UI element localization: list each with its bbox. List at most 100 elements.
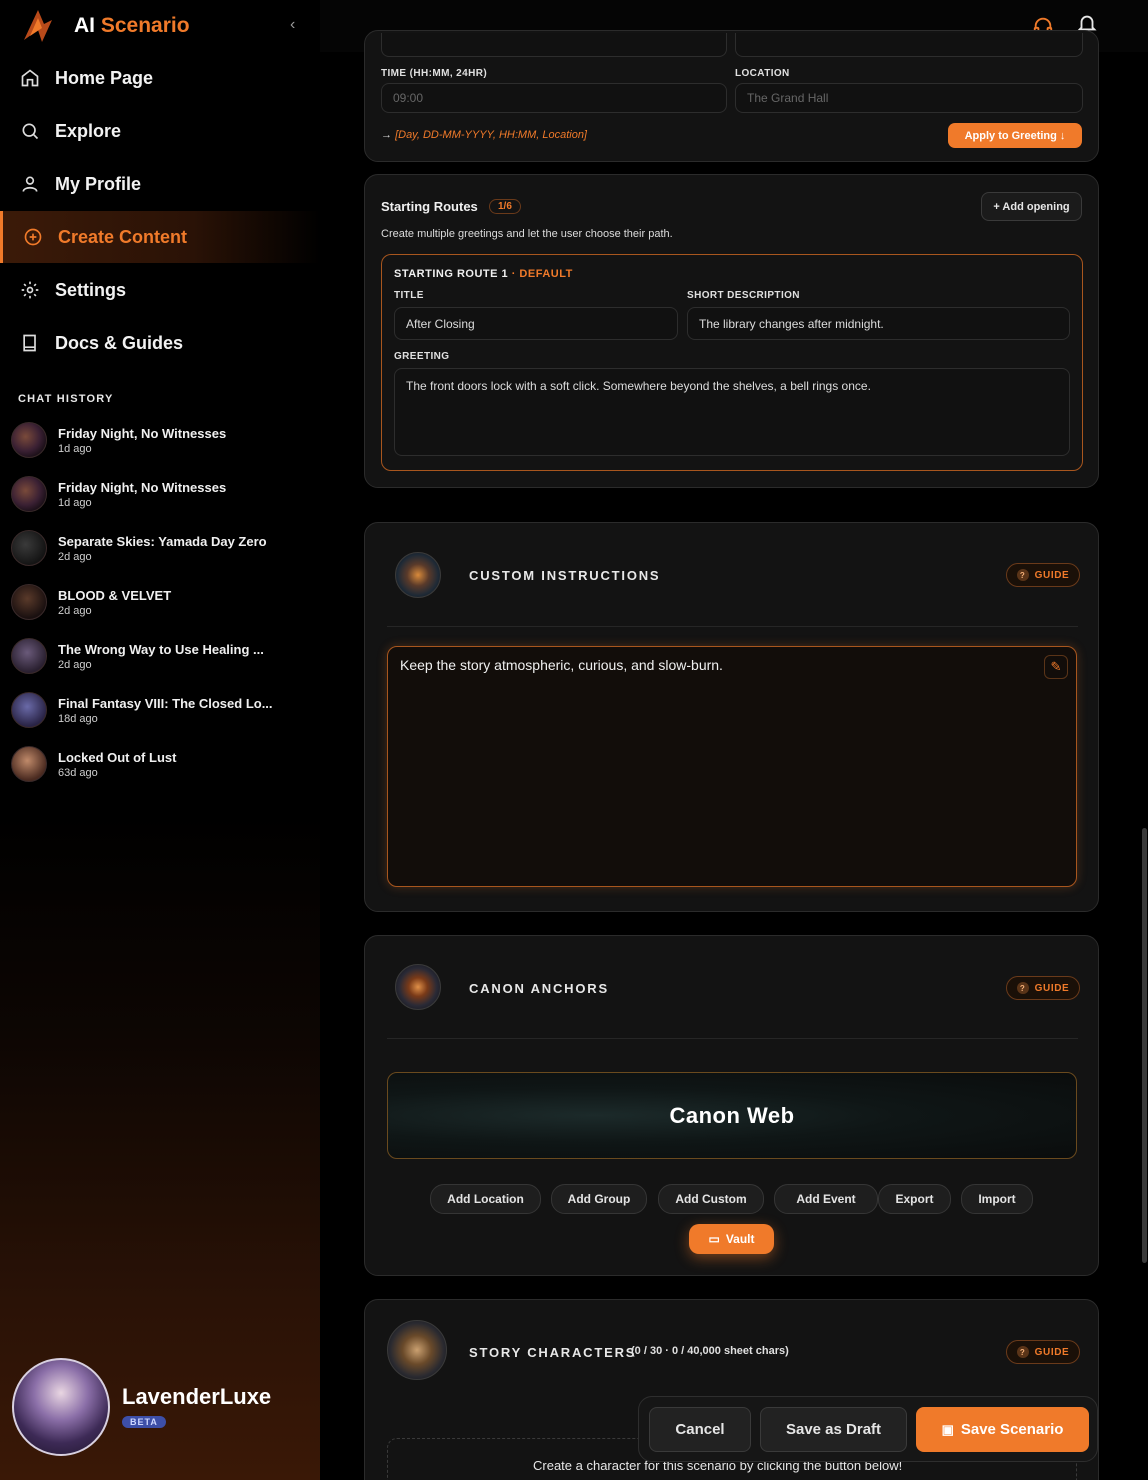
user-icon — [22, 176, 38, 192]
chat-title: BLOOD & VELVET — [58, 587, 172, 603]
vault-button[interactable]: ▭ Vault — [689, 1224, 774, 1254]
arrow-right-icon: → — [381, 129, 392, 141]
collapse-sidebar-button[interactable]: ‹ — [290, 16, 295, 34]
nav-label: Settings — [55, 279, 127, 300]
import-button[interactable]: Import — [961, 1184, 1033, 1214]
chat-avatar — [11, 638, 47, 674]
time-location-panel: TIME (HH:MM, 24HR) 09:00 LOCATION The Gr… — [364, 30, 1099, 162]
location-input[interactable]: The Grand Hall — [735, 83, 1083, 113]
brand-logo-icon — [24, 10, 52, 42]
chat-time: 2d ago — [58, 550, 92, 563]
chat-time: 63d ago — [58, 766, 98, 779]
nav-home[interactable]: Home Page — [0, 52, 320, 104]
scrollbar[interactable] — [1142, 828, 1147, 1263]
chat-title: The Wrong Way to Use Healing ... — [58, 641, 264, 657]
nav-explore[interactable]: Explore — [0, 105, 320, 157]
canon-anchors-panel: CANON ANCHORS ? GUIDE Canon Web Add Locat… — [364, 935, 1099, 1276]
nav-settings[interactable]: Settings — [0, 264, 320, 316]
guide-button[interactable]: ? GUIDE — [1006, 1340, 1080, 1364]
chat-history-label: CHAT HISTORY — [18, 393, 114, 405]
chat-history-item[interactable]: Locked Out of Lust 63d ago — [11, 742, 311, 786]
guide-button[interactable]: ? GUIDE — [1006, 563, 1080, 587]
format-hint: → [Day, DD-MM-YYYY, HH:MM, Location] — [381, 129, 587, 141]
add-event-button[interactable]: Add Event — [774, 1184, 878, 1214]
divider — [387, 626, 1078, 627]
custom-instructions-panel: CUSTOM INSTRUCTIONS ? GUIDE Keep the stor… — [364, 522, 1099, 912]
nav-label: Home Page — [55, 67, 154, 88]
chat-history-item[interactable]: Separate Skies: Yamada Day Zero 2d ago — [11, 526, 311, 570]
user-profile[interactable]: LavenderLuxe BETA — [12, 1358, 271, 1456]
beta-badge: BETA — [122, 1416, 166, 1428]
chat-avatar — [11, 584, 47, 620]
canon-anchors-title: CANON ANCHORS — [469, 981, 609, 996]
nav-label: My Profile — [55, 173, 142, 194]
nav-label: Explore — [55, 120, 122, 141]
user-name: LavenderLuxe — [122, 1384, 272, 1409]
route-desc-input[interactable]: The library changes after midnight. — [687, 307, 1070, 340]
gear-icon — [21, 281, 39, 299]
custom-instructions-textarea[interactable]: Keep the story atmospheric, curious, and… — [387, 646, 1077, 887]
apply-to-greeting-button[interactable]: Apply to Greeting ↓ — [948, 123, 1082, 148]
time-input[interactable]: 09:00 — [381, 83, 727, 113]
format-hint-text: [Day, DD-MM-YYYY, HH:MM, Location] — [395, 129, 587, 141]
add-custom-button[interactable]: Add Custom — [658, 1184, 764, 1214]
export-button[interactable]: Export — [878, 1184, 951, 1214]
story-characters-counts: (0 / 30 · 0 / 40,000 sheet chars) — [631, 1345, 789, 1357]
chat-history-item[interactable]: Friday Night, No Witnesses 1d ago — [11, 472, 311, 516]
chat-history-item[interactable]: The Wrong Way to Use Healing ... 2d ago — [11, 634, 311, 678]
add-location-button[interactable]: Add Location — [430, 1184, 541, 1214]
nav-create-content[interactable]: Create Content — [0, 211, 320, 263]
route-title-input[interactable]: After Closing — [394, 307, 678, 340]
divider — [387, 1038, 1078, 1039]
chat-history-item[interactable]: Final Fantasy VIII: The Closed Lo... 18d … — [11, 688, 311, 732]
plus-circle-icon — [24, 228, 42, 246]
nav-label: Docs & Guides — [55, 332, 184, 353]
location-label: LOCATION — [735, 68, 790, 79]
nav-my-profile[interactable]: My Profile — [0, 158, 320, 210]
route-title-label: TITLE — [394, 290, 424, 301]
chat-title: Locked Out of Lust — [58, 749, 177, 765]
chat-avatar — [11, 746, 47, 782]
help-icon: ? — [1016, 982, 1029, 994]
date-field[interactable] — [381, 33, 727, 57]
brand[interactable]: AI Scenario — [18, 6, 190, 46]
story-characters-emblem-icon — [387, 1320, 447, 1380]
chat-time: 2d ago — [58, 658, 92, 671]
starting-route-card: STARTING ROUTE 1 · DEFAULT TITLE After C… — [381, 254, 1083, 471]
help-icon: ? — [1016, 1346, 1029, 1358]
save-as-draft-button[interactable]: Save as Draft — [760, 1407, 907, 1452]
chat-history-item[interactable]: Friday Night, No Witnesses 1d ago — [11, 418, 311, 462]
magic-wand-icon[interactable]: ✎ — [1044, 655, 1068, 679]
custom-instructions-emblem-icon — [395, 552, 441, 598]
sidebar: AI Scenario ‹ Home Page Explore My Profi… — [0, 0, 320, 1480]
cancel-button[interactable]: Cancel — [649, 1407, 751, 1452]
chat-title: Friday Night, No Witnesses — [58, 479, 227, 495]
archive-icon: ▭ — [708, 1232, 720, 1246]
avatar — [12, 1358, 110, 1456]
book-icon — [23, 334, 36, 352]
add-group-button[interactable]: Add Group — [551, 1184, 647, 1214]
chat-time: 2d ago — [58, 604, 92, 617]
add-opening-button[interactable]: + Add opening — [981, 192, 1082, 221]
chat-avatar — [11, 476, 47, 512]
chat-title: Separate Skies: Yamada Day Zero — [58, 533, 267, 549]
chat-time: 1d ago — [58, 442, 92, 455]
canon-web-title: Canon Web — [669, 1102, 795, 1128]
custom-instructions-title: CUSTOM INSTRUCTIONS — [469, 568, 661, 583]
greeting-textarea[interactable]: The front doors lock with a soft click. … — [394, 368, 1070, 456]
chat-avatar — [11, 422, 47, 458]
greeting-label: GREETING — [394, 351, 450, 362]
chat-avatar — [11, 530, 47, 566]
day-field[interactable] — [735, 33, 1083, 57]
guide-button[interactable]: ? GUIDE — [1006, 976, 1080, 1000]
nav-docs-guides[interactable]: Docs & Guides — [0, 317, 320, 369]
chat-title: Final Fantasy VIII: The Closed Lo... — [58, 695, 273, 711]
time-label: TIME (HH:MM, 24HR) — [381, 68, 488, 79]
chat-time: 1d ago — [58, 496, 92, 509]
canon-web-banner[interactable]: Canon Web — [387, 1072, 1077, 1159]
footer-action-bar: Cancel Save as Draft ▣ Save Scenario — [638, 1396, 1098, 1462]
chat-history-item[interactable]: BLOOD & VELVET 2d ago — [11, 580, 311, 624]
search-icon — [22, 123, 39, 140]
starting-routes-title: Starting Routes — [381, 199, 478, 214]
save-scenario-button[interactable]: ▣ Save Scenario — [916, 1407, 1089, 1452]
